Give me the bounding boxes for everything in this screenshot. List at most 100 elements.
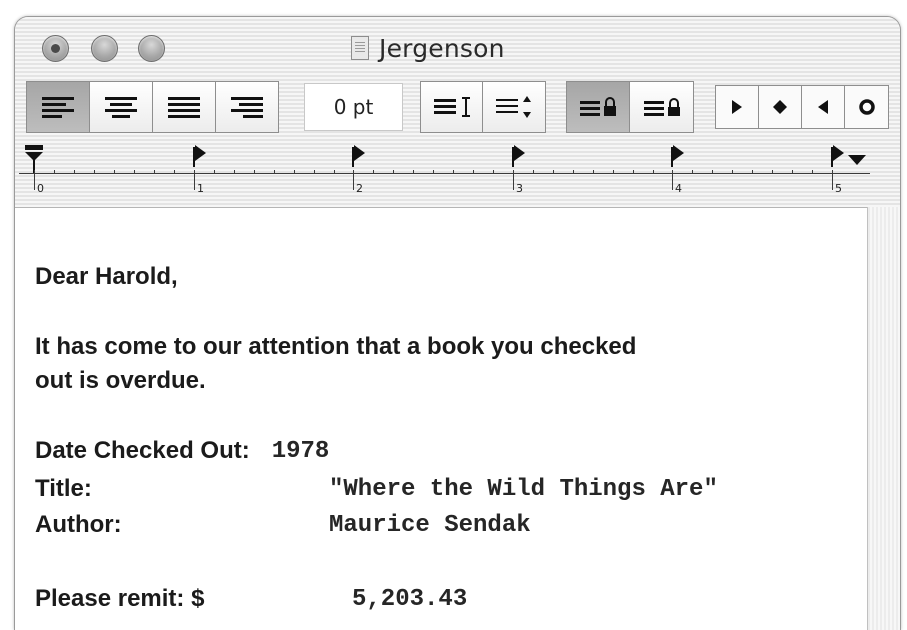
line-height-lock-icon — [580, 97, 616, 116]
ruler-minor-tick — [134, 170, 135, 174]
ruler-minor-tick — [593, 170, 594, 174]
ruler-major-tick — [353, 170, 354, 190]
center-tab-icon — [773, 100, 787, 114]
ruler-major-tick — [34, 170, 35, 190]
greeting-line: Dear Harold, — [35, 263, 178, 290]
ruler-minor-tick — [334, 170, 335, 174]
ruler-major-tick — [194, 170, 195, 190]
left-tab-stop-icon[interactable] — [354, 145, 365, 161]
ruler-minor-tick — [493, 170, 494, 174]
date-row: Date Checked Out: 1978 — [35, 434, 329, 468]
ruler-minor-tick — [772, 170, 773, 174]
close-button[interactable] — [42, 35, 69, 62]
ruler-label: 4 — [675, 182, 682, 195]
left-tab-stop-icon[interactable] — [833, 145, 844, 161]
align-center-button[interactable] — [90, 82, 153, 132]
ruler-label: 0 — [37, 182, 44, 195]
ruler-minor-tick — [254, 170, 255, 174]
decimal-tab-button[interactable] — [845, 86, 888, 128]
align-left-button[interactable] — [27, 82, 90, 132]
ruler-minor-tick — [294, 170, 295, 174]
title-bar[interactable]: Jergenson — [15, 17, 900, 75]
center-tab-button[interactable] — [759, 86, 802, 128]
author-row: Author: Maurice Sendak — [35, 508, 531, 542]
body-line-1: It has come to our attention that a book… — [35, 333, 637, 360]
ruler-minor-tick — [154, 170, 155, 174]
ruler-label: 1 — [197, 182, 204, 195]
ruler[interactable]: 0 1 2 3 4 5 — [15, 141, 900, 209]
author-value: Maurice Sendak — [329, 511, 531, 539]
spacing-lock-icon — [643, 98, 680, 116]
ruler-label: 5 — [835, 182, 842, 195]
window-title: Jergenson — [379, 33, 505, 63]
author-label: Author: — [35, 511, 122, 538]
tab-type-control — [715, 85, 889, 129]
ruler-label: 3 — [516, 182, 523, 195]
ruler-minor-tick — [94, 170, 95, 174]
ruler-minor-tick — [692, 170, 693, 174]
ruler-minor-tick — [752, 170, 753, 174]
ruler-minor-tick — [653, 170, 654, 174]
date-value: 1978 — [271, 437, 330, 465]
minimize-button[interactable] — [91, 35, 118, 62]
ruler-minor-tick — [633, 170, 634, 174]
left-tab-stop-icon[interactable] — [514, 145, 525, 161]
ruler-major-tick — [832, 170, 833, 190]
ruler-minor-tick — [373, 170, 374, 174]
paragraph-spacing-button[interactable] — [483, 82, 545, 132]
ruler-baseline — [19, 173, 870, 174]
body-line-2: out is overdue. — [35, 367, 206, 394]
paragraph-spacing-icon — [496, 96, 531, 118]
lock-control — [566, 81, 694, 133]
ruler-minor-tick — [613, 170, 614, 174]
ruler-minor-tick — [393, 170, 394, 174]
window-title-group: Jergenson — [351, 33, 505, 63]
align-justify-icon — [168, 97, 200, 118]
title-label: Title: — [35, 475, 92, 502]
ruler-minor-tick — [473, 170, 474, 174]
ruler-minor-tick — [174, 170, 175, 174]
left-tab-button[interactable] — [716, 86, 759, 128]
ruler-minor-tick — [413, 170, 414, 174]
line-spacing-control — [420, 81, 546, 133]
ruler-major-tick — [513, 170, 514, 190]
align-center-icon — [105, 97, 137, 118]
align-left-icon — [42, 97, 74, 118]
ruler-minor-tick — [274, 170, 275, 174]
left-tab-icon — [732, 100, 742, 114]
line-height-icon — [433, 97, 470, 117]
left-tab-stop-icon[interactable] — [195, 145, 206, 161]
remit-value: 5,203.43 — [352, 585, 468, 613]
text-document-area[interactable]: Dear Harold, It has come to our attentio… — [15, 207, 867, 630]
ruler-minor-tick — [453, 170, 454, 174]
ruler-minor-tick — [214, 170, 215, 174]
align-justify-button[interactable] — [153, 82, 216, 132]
ruler-minor-tick — [732, 170, 733, 174]
alignment-control — [26, 81, 279, 133]
document-proxy-icon[interactable] — [351, 36, 369, 60]
line-height-button[interactable] — [421, 82, 484, 132]
right-tab-icon — [818, 100, 828, 114]
ruler-label: 2 — [356, 182, 363, 195]
align-right-button[interactable] — [216, 82, 278, 132]
spacing-lock-button[interactable] — [630, 82, 693, 132]
right-margin-marker-icon[interactable] — [846, 153, 868, 167]
zoom-button[interactable] — [138, 35, 165, 62]
ruler-minor-tick — [792, 170, 793, 174]
spacing-value-text: 0 pt — [333, 95, 374, 119]
ruler-minor-tick — [314, 170, 315, 174]
ruler-minor-tick — [812, 170, 813, 174]
date-label: Date Checked Out: — [35, 437, 250, 464]
ruler-minor-tick — [433, 170, 434, 174]
line-height-lock-button[interactable] — [567, 82, 631, 132]
ruler-minor-tick — [533, 170, 534, 174]
ruler-major-tick — [672, 170, 673, 190]
right-tab-button[interactable] — [802, 86, 845, 128]
left-tab-stop-icon[interactable] — [673, 145, 684, 161]
ruler-minor-tick — [234, 170, 235, 174]
align-right-icon — [231, 97, 263, 118]
remit-label: Please remit: $ — [35, 585, 205, 612]
ruler-minor-tick — [54, 170, 55, 174]
spacing-value-field[interactable]: 0 pt — [304, 83, 403, 131]
vertical-scrollbar[interactable] — [867, 207, 900, 630]
